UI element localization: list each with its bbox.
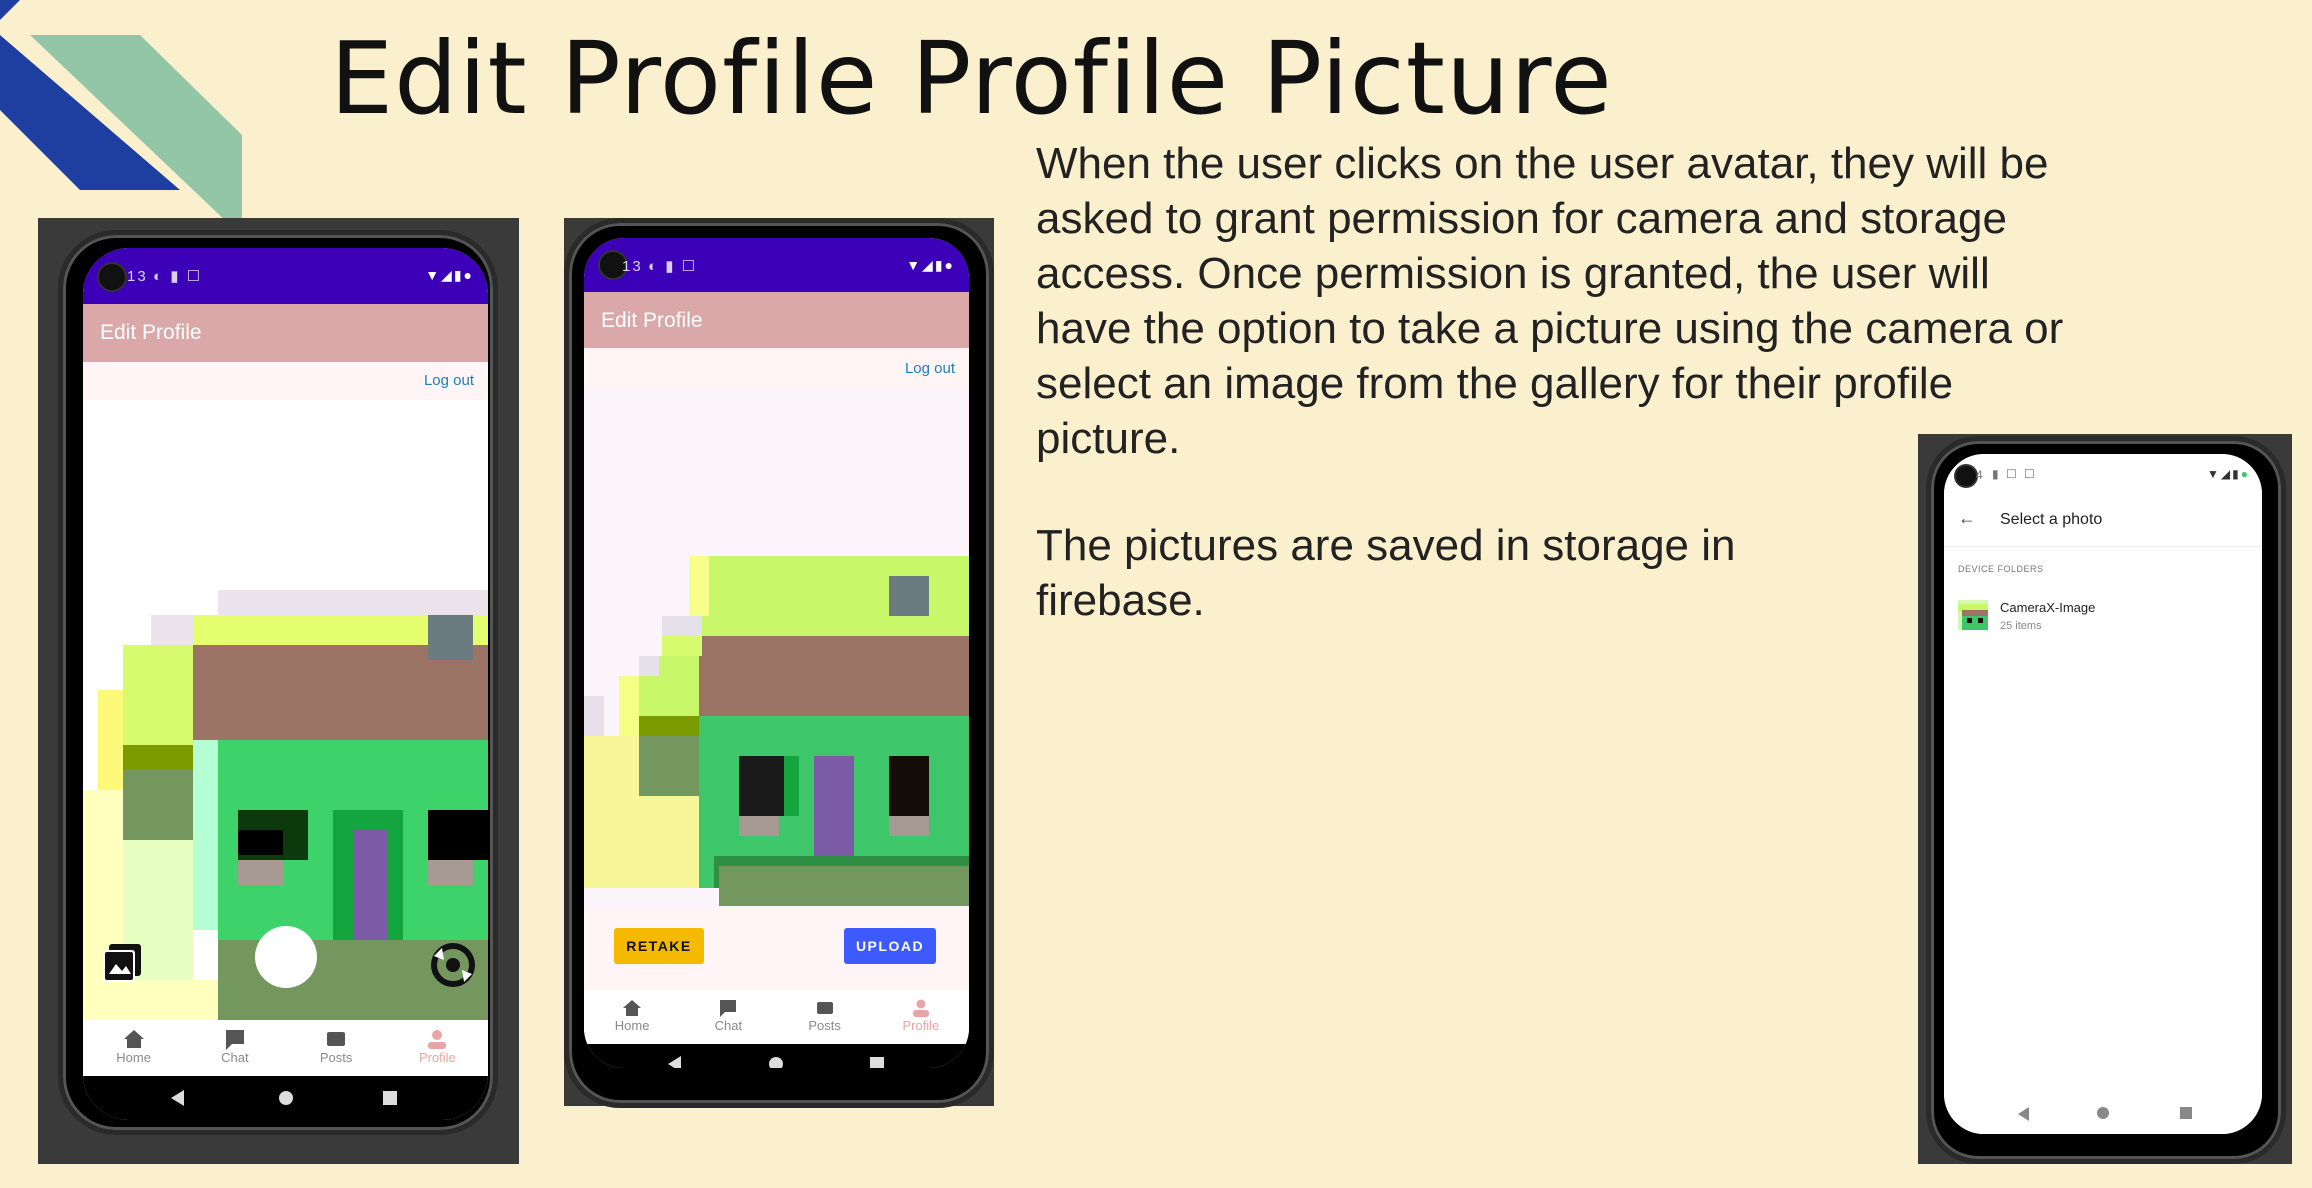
home-button-icon[interactable] xyxy=(2097,1107,2109,1119)
home-button-icon[interactable] xyxy=(279,1091,293,1105)
chat-icon xyxy=(720,1000,737,1017)
recents-icon[interactable] xyxy=(2180,1107,2192,1119)
captured-photo xyxy=(584,388,969,908)
picker-title: Select a photo xyxy=(2000,511,2103,528)
logout-row: Log out xyxy=(584,348,969,388)
back-arrow-icon[interactable]: ← xyxy=(1958,508,1976,529)
nav-posts[interactable]: Posts xyxy=(777,990,873,1044)
screenshot-camera-preview: 13 ◐ ▮ ☐ ▼◢▮● Edit Profile Log out Home … xyxy=(38,218,519,1164)
profile-icon xyxy=(912,999,929,1017)
upload-button[interactable]: UPLOAD xyxy=(844,928,936,964)
nav-home-label: Home xyxy=(614,1018,650,1033)
status-time: 4 xyxy=(1976,468,1985,482)
status-bar: 4 ▮ ☐ ☐ ▼◢▮● xyxy=(1944,454,2262,494)
description-paragraph-1: When the user clicks on the user avatar,… xyxy=(1036,139,2064,463)
posts-icon xyxy=(327,1032,346,1046)
description-paragraph-2: The pictures are saved in storage in fir… xyxy=(1036,521,1736,625)
system-nav-bar xyxy=(1944,1094,2262,1134)
back-icon[interactable] xyxy=(668,1056,681,1068)
shutter-button[interactable] xyxy=(255,926,317,988)
status-notification-icons: ◐ ▮ ☐ xyxy=(648,258,698,275)
app-bar-title: Edit Profile xyxy=(601,309,703,332)
nav-profile-label: Profile xyxy=(902,1018,940,1033)
chat-icon xyxy=(225,1030,244,1050)
home-icon xyxy=(623,1000,642,1016)
picker-header: ← Select a photo xyxy=(1944,494,2262,547)
status-bar: 13 ◐ ▮ ☐ ▼◢▮● xyxy=(83,248,488,304)
bottom-nav: Home Chat Posts Profile xyxy=(584,990,969,1044)
home-button-icon[interactable] xyxy=(769,1057,783,1068)
folder-thumbnail xyxy=(1958,600,1988,630)
recents-icon[interactable] xyxy=(383,1091,397,1105)
nav-profile-label: Profile xyxy=(418,1050,456,1065)
nav-home[interactable]: Home xyxy=(83,1020,184,1076)
app-bar: Edit Profile xyxy=(83,304,488,362)
screenshot-photo-picker: 4 ▮ ☐ ☐ ▼◢▮● ← Select a photo DEVICE FOL… xyxy=(1918,434,2292,1164)
status-notification-icons: ◐ ▮ ☐ xyxy=(153,268,203,285)
folder-name: CameraX-Image xyxy=(2000,600,2096,615)
phone-2-screen: 13 ◐ ▮ ☐ ▼◢▮● Edit Profile Log out RETAK… xyxy=(584,238,969,1068)
home-icon xyxy=(123,1030,144,1048)
logout-link[interactable]: Log out xyxy=(424,372,474,389)
phone-1-screen: 13 ◐ ▮ ☐ ▼◢▮● Edit Profile Log out Home … xyxy=(83,248,488,1120)
nav-posts-label: Posts xyxy=(319,1050,353,1065)
recents-icon[interactable] xyxy=(870,1057,884,1068)
nav-home-label: Home xyxy=(116,1050,151,1065)
system-nav-bar xyxy=(83,1076,488,1120)
nav-chat[interactable]: Chat xyxy=(184,1020,285,1076)
profile-icon xyxy=(428,1030,447,1049)
nav-chat-label: Chat xyxy=(221,1050,249,1065)
status-notification-icons: ▮ ☐ ☐ xyxy=(1992,467,2037,481)
status-signal-battery-icons: ▼◢▮● xyxy=(425,267,474,283)
status-signal-battery-icons: ▼◢▮● xyxy=(906,257,955,273)
status-signal-battery-icons: ▼◢▮● xyxy=(2207,467,2250,481)
nav-posts-label: Posts xyxy=(808,1018,841,1033)
nav-home[interactable]: Home xyxy=(584,990,680,1044)
front-camera-icon xyxy=(1954,464,1978,488)
status-bar: 13 ◐ ▮ ☐ ▼◢▮● xyxy=(584,238,969,292)
app-bar-title: Edit Profile xyxy=(100,321,202,344)
back-icon[interactable] xyxy=(2018,1107,2029,1121)
section-label: DEVICE FOLDERS xyxy=(1958,564,2044,574)
nav-chat[interactable]: Chat xyxy=(680,990,776,1044)
system-nav-bar xyxy=(584,1044,969,1068)
status-time: 13 xyxy=(127,268,148,285)
nav-chat-label: Chat xyxy=(714,1018,743,1033)
decorative-corner-shapes xyxy=(0,0,242,225)
folder-count: 25 items xyxy=(2000,620,2042,632)
retake-button[interactable]: RETAKE xyxy=(614,928,704,964)
logout-link[interactable]: Log out xyxy=(905,360,955,377)
nav-profile[interactable]: Profile xyxy=(387,1020,488,1076)
status-time: 13 xyxy=(622,258,643,275)
photo-actions-bar: RETAKE UPLOAD xyxy=(584,908,969,990)
bottom-nav: Home Chat Posts Profile xyxy=(83,1020,488,1076)
gallery-icon[interactable] xyxy=(101,942,143,984)
posts-icon xyxy=(816,1002,833,1014)
app-bar: Edit Profile xyxy=(584,292,969,348)
folder-item[interactable]: CameraX-Image 25 items xyxy=(1944,590,2262,646)
nav-profile[interactable]: Profile xyxy=(873,990,969,1044)
back-icon[interactable] xyxy=(171,1090,184,1106)
nav-posts[interactable]: Posts xyxy=(286,1020,387,1076)
logout-row: Log out xyxy=(83,362,488,400)
screenshot-captured-photo: 13 ◐ ▮ ☐ ▼◢▮● Edit Profile Log out RETAK… xyxy=(564,218,994,1108)
phone-3-screen: 4 ▮ ☐ ☐ ▼◢▮● ← Select a photo DEVICE FOL… xyxy=(1944,454,2262,1134)
switch-camera-icon[interactable] xyxy=(430,942,476,988)
front-camera-icon xyxy=(97,262,127,292)
slide-title: Edit Profile Profile Picture xyxy=(330,20,1613,137)
